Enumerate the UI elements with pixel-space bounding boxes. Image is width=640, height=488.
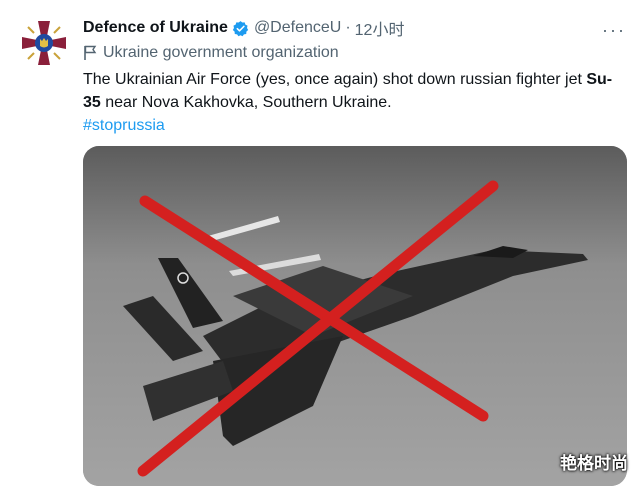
watermark-text: 艳格时尚: [560, 454, 628, 474]
verified-badge-icon: [232, 20, 249, 36]
fighter-jet-photo: [83, 146, 627, 486]
tweet-media[interactable]: [83, 146, 627, 486]
flag-icon: [84, 45, 97, 60]
ukraine-defence-emblem-icon: [18, 17, 70, 69]
tweet-text-part2: near Nova Kakhovka, Southern Ukraine.: [100, 94, 392, 111]
hashtag-link[interactable]: #stoprussia: [83, 117, 165, 134]
tweet-text: The Ukrainian Air Force (yes, once again…: [83, 68, 623, 137]
more-icon[interactable]: ···: [602, 20, 626, 41]
tweet-text-part1: The Ukrainian Air Force (yes, once again…: [83, 71, 587, 88]
org-label-text: Ukraine government organization: [103, 44, 339, 61]
tweet-header: Defence of Ukraine @DefenceU · 12小时: [83, 16, 404, 40]
org-label: Ukraine government organization: [83, 44, 339, 62]
tweet-timestamp[interactable]: 12小时: [355, 16, 405, 40]
author-name[interactable]: Defence of Ukraine: [83, 19, 228, 37]
separator-dot: ·: [345, 19, 351, 36]
avatar[interactable]: [18, 17, 70, 69]
author-handle[interactable]: @DefenceU: [254, 19, 341, 37]
